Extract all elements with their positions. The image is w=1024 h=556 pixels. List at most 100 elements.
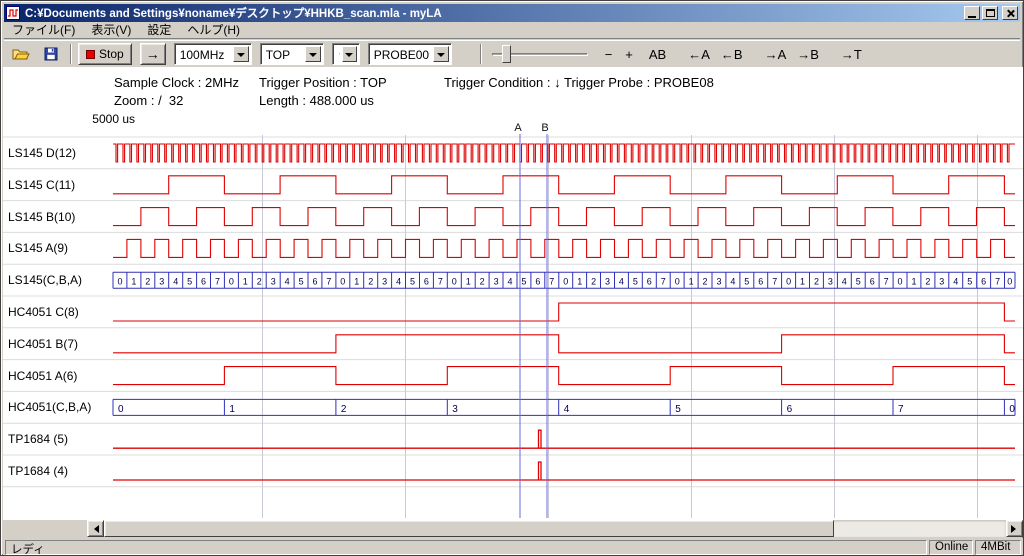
arrow-left-icon [90, 525, 99, 533]
goto-trigger-button[interactable]: →T [838, 45, 865, 64]
trigger-probe-dropdown-button[interactable] [433, 46, 449, 62]
bus-value: 6 [758, 277, 763, 287]
bus-value: 7 [772, 277, 777, 287]
arrow-right-icon [1011, 525, 1020, 533]
bus-value: 4 [507, 277, 512, 287]
status-online: Online [929, 540, 973, 555]
bus-value: 3 [828, 277, 833, 287]
waveform-tp1684-4 [113, 462, 1015, 480]
bus-value: 5 [856, 277, 861, 287]
menu-item-help[interactable]: ヘルプ(H) [179, 20, 248, 40]
channel-label-ls145-c-b-a[interactable]: LS145(C,B,A) [8, 273, 82, 287]
open-button[interactable] [8, 43, 34, 65]
bus-value: 4 [396, 277, 401, 287]
marker-label-a: A [514, 122, 522, 134]
bus-value: 0 [340, 277, 345, 287]
channel-label-ls145-c-11[interactable]: LS145 C(11) [8, 178, 75, 192]
bus-value: 4 [842, 277, 847, 287]
toolbar: Stop → 100MHz TOP ↑ PROBE00 −+ AB ←A ←B →A→B →T [4, 40, 1020, 67]
bus-value: 7 [326, 277, 331, 287]
waveform-tp1684-5 [113, 430, 1015, 448]
bus-value: 2 [925, 277, 930, 287]
waveform-ls145-b-10 [113, 208, 1015, 226]
window-title: C:¥Documents and Settings¥noname¥デスクトップ¥… [25, 5, 960, 21]
bus-value: 3 [452, 404, 458, 415]
trigger-edge-dropdown-button[interactable] [342, 46, 357, 62]
save-button[interactable] [38, 43, 64, 65]
bus-value: 6 [312, 277, 317, 287]
bus-value: 2 [145, 277, 150, 287]
bus-value: 0 [117, 277, 122, 287]
slider-thumb[interactable] [502, 45, 511, 63]
chevron-down-icon [437, 53, 445, 61]
zoom-slider[interactable] [490, 43, 590, 65]
bus-value: 0 [675, 277, 680, 287]
channel-label-ls145-b-10[interactable]: LS145 B(10) [8, 210, 75, 224]
goto-b-prev-button[interactable]: ←B [718, 45, 746, 64]
bus-value: 7 [995, 277, 1000, 287]
trigger-edge-combo[interactable]: ↑ [332, 43, 360, 65]
bus-value: 7 [215, 277, 220, 287]
bus-value: 1 [466, 277, 471, 287]
channel-label-hc4051-c-b-a[interactable]: HC4051(C,B,A) [8, 400, 91, 414]
channel-label-tp1684-4[interactable]: TP1684 (4) [8, 464, 68, 478]
toolbar-buttons: −+ AB ←A ←B →A→B →T [590, 45, 865, 64]
sample-clock-dropdown-button[interactable] [233, 46, 249, 62]
zoom-out-button[interactable]: − [602, 45, 616, 64]
bus-value: 3 [382, 277, 387, 287]
waveform-panel: 0123456701234567012345670123456701234567… [3, 67, 1023, 520]
bus-value: 1 [131, 277, 136, 287]
bus-value: 6 [647, 277, 652, 287]
channel-label-hc4051-c-8[interactable]: HC4051 C(8) [8, 305, 79, 319]
scroll-left-button[interactable] [87, 520, 104, 537]
channel-label-tp1684-5[interactable]: TP1684 (5) [8, 432, 68, 446]
menu-item-settings[interactable]: 設定 [139, 20, 179, 40]
run-button[interactable]: → [140, 43, 166, 65]
bus-value: 4 [564, 404, 570, 415]
trigger-position-combo[interactable]: TOP [260, 43, 324, 65]
bus-value: 7 [661, 277, 666, 287]
sample-clock-value: 100MHz [175, 44, 231, 64]
menu-item-view[interactable]: 表示(V) [83, 20, 139, 40]
stop-button[interactable]: Stop [78, 43, 132, 65]
bus-value: 5 [675, 404, 681, 415]
bus-value: 0 [118, 404, 124, 415]
bus-value: 0 [452, 277, 457, 287]
trigger-probe-combo[interactable]: PROBE00 [368, 43, 452, 65]
channel-label-ls145-d-12[interactable]: LS145 D(12) [8, 146, 76, 160]
bus-value: 1 [911, 277, 916, 287]
channel-label-ls145-a-9[interactable]: LS145 A(9) [8, 241, 68, 255]
menu-item-file[interactable]: ファイル(F) [4, 20, 83, 40]
scroll-right-button[interactable] [1006, 520, 1023, 537]
menu-bar: ファイル(F)表示(V)設定ヘルプ(H) [4, 22, 1020, 39]
goto-b-next-button[interactable]: →B [794, 45, 822, 64]
scrollbar-track[interactable] [104, 520, 1006, 537]
trigger-probe-value: PROBE00 [369, 44, 431, 64]
zoom-in-button[interactable]: + [622, 45, 636, 64]
trigger-position-dropdown-button[interactable] [305, 46, 321, 62]
chevron-down-icon [309, 53, 317, 61]
toolbar-separator-2 [480, 44, 482, 64]
channel-label-hc4051-b-7[interactable]: HC4051 B(7) [8, 337, 78, 351]
bus-value: 5 [633, 277, 638, 287]
bus-value: 3 [271, 277, 276, 287]
horizontal-scrollbar[interactable] [3, 520, 1023, 537]
bus-value: 3 [494, 277, 499, 287]
bus-value: 4 [619, 277, 624, 287]
goto-a-prev-button[interactable]: ←A [685, 45, 713, 64]
minimize-button[interactable] [964, 6, 980, 20]
maximize-button[interactable] [982, 6, 998, 20]
bus-value: 2 [257, 277, 262, 287]
open-folder-icon [12, 47, 30, 61]
scrollbar-thumb[interactable] [104, 520, 834, 537]
channel-label-hc4051-a-6[interactable]: HC4051 A(6) [8, 369, 77, 383]
ab-button[interactable]: AB [646, 45, 669, 64]
close-button[interactable] [1002, 6, 1018, 20]
bus-value: 2 [702, 277, 707, 287]
sample-clock-combo[interactable]: 100MHz [174, 43, 252, 65]
wave-svg: 0123456701234567012345670123456701234567… [3, 67, 1023, 520]
marker-label-b: B [541, 122, 548, 134]
goto-a-next-button[interactable]: →A [762, 45, 790, 64]
bus-value: 0 [786, 277, 791, 287]
bus-value: 2 [480, 277, 485, 287]
